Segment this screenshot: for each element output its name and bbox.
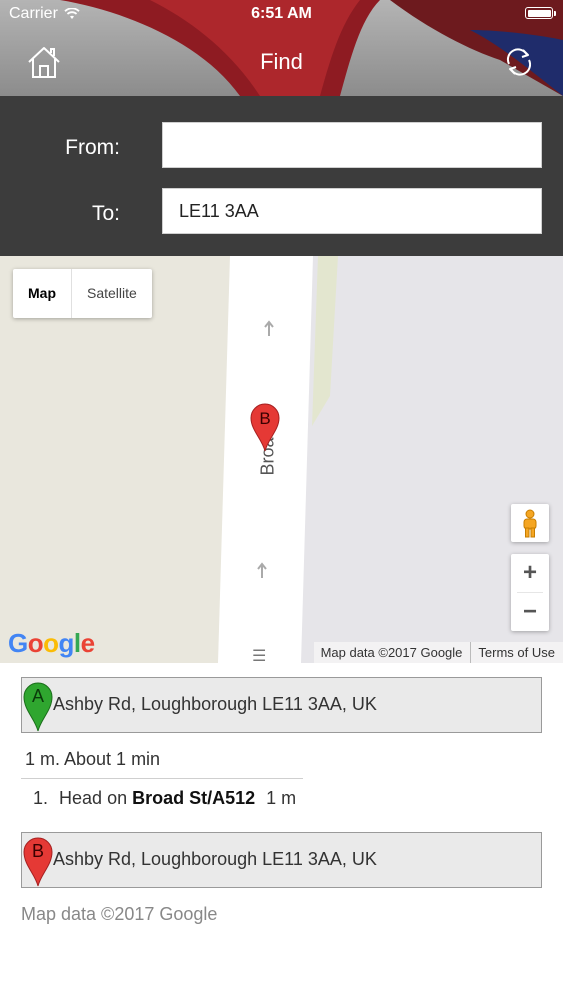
street-view-button[interactable] [511, 504, 549, 542]
terms-of-use-link[interactable]: Terms of Use [470, 642, 563, 663]
map-view[interactable]: ☰ Broad B Map Satellite + − Google Map d… [0, 256, 563, 663]
zoom-in-button[interactable]: + [511, 554, 549, 592]
refresh-icon [506, 48, 532, 76]
map-type-satellite[interactable]: Satellite [72, 269, 152, 318]
map-type-map[interactable]: Map [13, 269, 72, 318]
route-form: From: To: [0, 96, 563, 256]
refresh-button[interactable] [501, 44, 537, 80]
road-shield-text: ☰ [252, 648, 266, 663]
page-title: Find [260, 49, 303, 74]
map-attribution: Map data ©2017 Google Terms of Use [313, 642, 563, 663]
map-marker-letter: B [259, 409, 270, 428]
marker-a-letter: A [32, 686, 44, 706]
from-label: From: [65, 136, 120, 159]
route-summary: 1 m. About 1 min [25, 749, 161, 769]
zoom-out-button[interactable]: − [511, 593, 549, 631]
step-distance: 1 m [266, 788, 297, 808]
start-address-text: Ashby Rd, Loughborough LE11 3AA, UK [53, 694, 377, 714]
directions-credit: Map data ©2017 Google [21, 904, 218, 924]
end-address: B Ashby Rd, Loughborough LE11 3AA, UK [21, 832, 542, 888]
clock: 6:51 AM [251, 5, 312, 22]
to-input[interactable] [162, 188, 542, 234]
start-address: A Ashby Rd, Loughborough LE11 3AA, UK [21, 677, 542, 733]
map-marker-b[interactable]: B [249, 402, 281, 457]
marker-a-icon: A [23, 682, 53, 732]
marker-b-letter: B [32, 841, 44, 861]
map-type-control: Map Satellite [13, 269, 152, 318]
marker-b-icon: B [23, 837, 53, 887]
step-number: 1. [33, 788, 49, 808]
direction-step: 1. Head on Broad St/A512 1 m [33, 788, 296, 809]
google-logo: Google [8, 628, 95, 658]
zoom-control: + − [511, 554, 549, 631]
map-pin-icon: B [250, 403, 280, 452]
battery-icon [525, 7, 556, 19]
status-bar: Carrier 6:51 AM [0, 0, 563, 30]
step-prefix: Head on [59, 788, 133, 808]
from-input[interactable] [162, 122, 542, 168]
map-data-credit: Map data ©2017 Google [320, 645, 463, 660]
to-label: To: [91, 202, 120, 225]
end-address-text: Ashby Rd, Loughborough LE11 3AA, UK [53, 849, 377, 869]
pegman-icon [523, 509, 537, 538]
header: Carrier 6:51 AM Find [0, 0, 563, 96]
step-road: Broad St/A512 [132, 788, 256, 808]
divider [21, 778, 303, 779]
